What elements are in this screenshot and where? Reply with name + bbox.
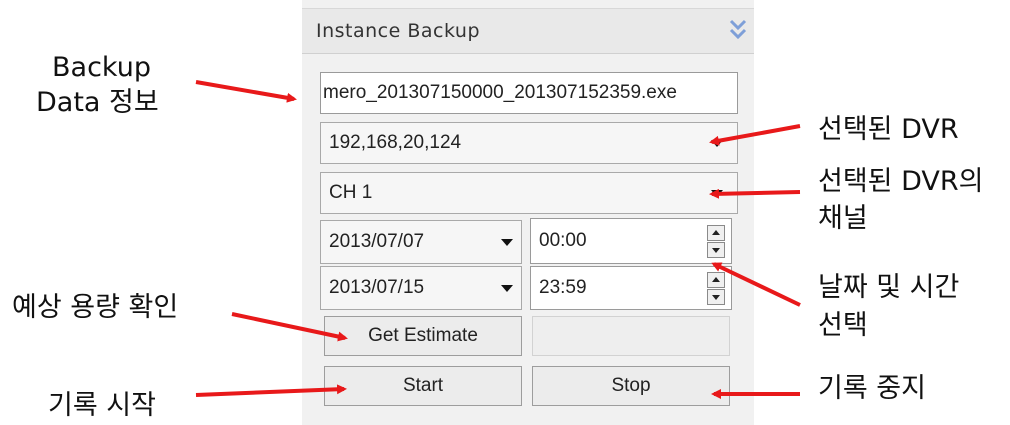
arrow-backup-info bbox=[195, 80, 297, 103]
annotation-datetime-line1: 날짜 및 시간 bbox=[818, 272, 960, 303]
annotation-backup-info-line2: Data 정보 bbox=[36, 87, 159, 118]
panel-title: Instance Backup bbox=[316, 20, 480, 42]
dropdown-arrow-icon bbox=[711, 190, 723, 197]
backup-file-field[interactable]: mero_201307150000_201307152359.exe bbox=[320, 72, 738, 114]
spin-down-icon[interactable] bbox=[707, 242, 725, 258]
end-time-spinner[interactable] bbox=[707, 272, 725, 306]
annotation-estimate: 예상 용량 확인 bbox=[12, 292, 179, 323]
end-date-value: 2013/07/15 bbox=[329, 277, 425, 298]
annotation-record-stop: 기록 중지 bbox=[818, 373, 926, 404]
end-date-select[interactable]: 2013/07/15 bbox=[320, 266, 522, 310]
panel-header: Instance Backup bbox=[302, 8, 754, 54]
stop-label: Stop bbox=[611, 375, 651, 396]
dvr-select-value: 192,168,20,124 bbox=[329, 132, 462, 153]
end-time-value: 23:59 bbox=[539, 277, 587, 298]
start-date-select[interactable]: 2013/07/07 bbox=[320, 220, 522, 264]
dvr-select[interactable]: 192,168,20,124 bbox=[320, 122, 738, 164]
get-estimate-button[interactable]: Get Estimate bbox=[324, 316, 522, 356]
double-chevron-down-icon[interactable] bbox=[728, 17, 748, 43]
spin-up-icon[interactable] bbox=[707, 272, 725, 288]
instance-backup-panel: Instance Backup mero_201307150000_201307… bbox=[302, 0, 754, 425]
annotation-backup-info-line1: Backup bbox=[52, 52, 151, 83]
start-label: Start bbox=[402, 375, 444, 396]
end-time-input[interactable]: 23:59 bbox=[530, 266, 732, 310]
backup-file-value: mero_201307150000_201307152359.exe bbox=[323, 82, 677, 103]
start-time-spinner[interactable] bbox=[707, 225, 725, 259]
spin-up-icon[interactable] bbox=[707, 225, 725, 241]
annotation-selected-channel-line2: 채널 bbox=[818, 203, 868, 234]
annotation-record-start: 기록 시작 bbox=[48, 390, 156, 421]
stop-button[interactable]: Stop bbox=[532, 366, 730, 406]
start-date-value: 2013/07/07 bbox=[329, 231, 425, 252]
start-button[interactable]: Start bbox=[324, 366, 522, 406]
get-estimate-label: Get Estimate bbox=[368, 325, 478, 346]
dropdown-arrow-icon bbox=[501, 285, 513, 292]
dropdown-arrow-icon bbox=[501, 239, 513, 246]
spin-down-icon[interactable] bbox=[707, 289, 725, 305]
annotation-datetime-line2: 선택 bbox=[818, 310, 868, 341]
channel-select-value: CH 1 bbox=[329, 182, 373, 203]
estimate-result-field bbox=[532, 316, 730, 356]
channel-select[interactable]: CH 1 bbox=[320, 172, 738, 214]
start-time-input[interactable]: 00:00 bbox=[530, 218, 732, 264]
annotation-selected-channel-line1: 선택된 DVR의 bbox=[818, 166, 984, 197]
annotation-selected-dvr: 선택된 DVR bbox=[818, 114, 959, 145]
start-time-value: 00:00 bbox=[539, 230, 587, 251]
dropdown-arrow-icon bbox=[711, 140, 723, 147]
